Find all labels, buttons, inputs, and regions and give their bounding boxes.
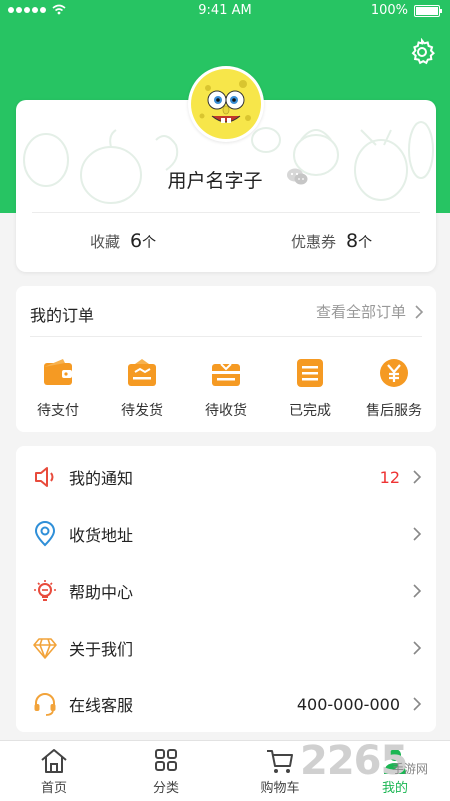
coupons-label: 优惠券 xyxy=(291,233,337,251)
watermark-text: 手游网 xyxy=(392,762,429,776)
service-phone: 400-000-000 xyxy=(296,694,400,714)
headset-icon xyxy=(32,691,58,717)
order-pending-receipt-label: 待收货 xyxy=(205,403,247,419)
package-ship-icon xyxy=(128,359,156,386)
menu-item-about-label: 关于我们 xyxy=(69,640,134,659)
status-bar: 9:41 AM 100% xyxy=(0,0,450,24)
completed-list-icon xyxy=(297,359,323,387)
coupons-stat[interactable]: 优惠券 8个 xyxy=(291,230,372,252)
username: 用户名字子 xyxy=(167,170,263,192)
order-pending-receipt[interactable]: 待收货 xyxy=(188,346,264,420)
menu-item-address[interactable]: 收货地址 xyxy=(16,506,436,562)
order-pending-payment[interactable]: 待支付 xyxy=(20,346,96,420)
coupons-unit: 个 xyxy=(358,235,373,251)
menu-card: 我的通知 12 收货地址 帮助中心 关于我们 在线客服 400-000-000 xyxy=(16,446,436,732)
order-after-sales-label: 售后服务 xyxy=(366,403,422,419)
chevron-right-icon xyxy=(413,641,422,655)
home-icon xyxy=(41,749,67,773)
menu-item-notifications-label: 我的通知 xyxy=(69,469,134,488)
wechat-icon[interactable] xyxy=(286,167,308,187)
order-completed-label: 已完成 xyxy=(289,403,331,419)
menu-item-notifications[interactable]: 我的通知 12 xyxy=(16,449,436,505)
order-pending-shipment-label: 待发货 xyxy=(121,403,163,419)
speaker-icon xyxy=(32,464,58,490)
notification-count: 12 xyxy=(379,467,400,487)
chevron-right-icon xyxy=(415,304,424,319)
orders-card: 我的订单 查看全部订单 待支付 待发货 待收货 已完成 售后服务 xyxy=(16,286,436,432)
location-pin-icon xyxy=(32,521,58,547)
category-icon xyxy=(155,749,177,771)
package-receive-icon xyxy=(212,363,240,386)
avatar[interactable] xyxy=(188,66,264,142)
cart-icon xyxy=(267,750,293,773)
coupons-count: 8 xyxy=(346,230,359,252)
menu-item-help[interactable]: 帮助中心 xyxy=(16,563,436,619)
menu-item-customer-service-label: 在线客服 xyxy=(69,696,134,715)
chevron-right-icon xyxy=(413,584,422,598)
tab-cart-label: 购物车 xyxy=(260,781,300,796)
menu-item-about[interactable]: 关于我们 xyxy=(16,620,436,676)
favorites-stat[interactable]: 收藏 6个 xyxy=(90,230,156,252)
watermark: 2265 手游网 xyxy=(300,738,450,800)
profile-divider xyxy=(32,212,420,213)
settings-gear-icon[interactable] xyxy=(408,38,436,66)
chevron-right-icon xyxy=(413,527,422,541)
tab-home-label: 首页 xyxy=(40,781,67,796)
username-row: 用户名字子 xyxy=(0,166,450,193)
chevron-right-icon xyxy=(413,697,422,711)
menu-item-help-label: 帮助中心 xyxy=(69,583,134,602)
order-pending-payment-label: 待支付 xyxy=(37,403,79,419)
favorites-unit: 个 xyxy=(142,235,157,251)
orders-divider xyxy=(30,336,422,337)
order-status-list: 待支付 待发货 待收货 已完成 售后服务 xyxy=(16,346,436,420)
yen-service-icon xyxy=(380,359,408,387)
tab-home[interactable]: 首页 xyxy=(9,741,99,801)
view-all-orders-link[interactable]: 查看全部订单 xyxy=(316,301,424,322)
tab-category-label: 分类 xyxy=(152,781,179,796)
battery-status: 100% xyxy=(370,3,442,18)
favorites-label: 收藏 xyxy=(90,233,121,251)
view-all-orders-label: 查看全部订单 xyxy=(315,303,406,321)
order-completed[interactable]: 已完成 xyxy=(272,346,348,420)
menu-item-customer-service[interactable]: 在线客服 400-000-000 xyxy=(16,676,436,732)
battery-icon xyxy=(414,4,442,17)
wallet-icon xyxy=(44,359,72,385)
tab-category[interactable]: 分类 xyxy=(121,741,211,801)
lightbulb-icon xyxy=(32,578,58,604)
order-after-sales[interactable]: 售后服务 xyxy=(356,346,432,420)
avatar-image xyxy=(191,69,261,139)
menu-item-address-label: 收货地址 xyxy=(69,526,134,545)
diamond-icon xyxy=(32,635,58,661)
order-pending-shipment[interactable]: 待发货 xyxy=(104,346,180,420)
orders-title: 我的订单 xyxy=(30,306,95,325)
favorites-count: 6 xyxy=(130,230,143,252)
chevron-right-icon xyxy=(413,470,422,484)
battery-percent: 100% xyxy=(370,3,408,18)
